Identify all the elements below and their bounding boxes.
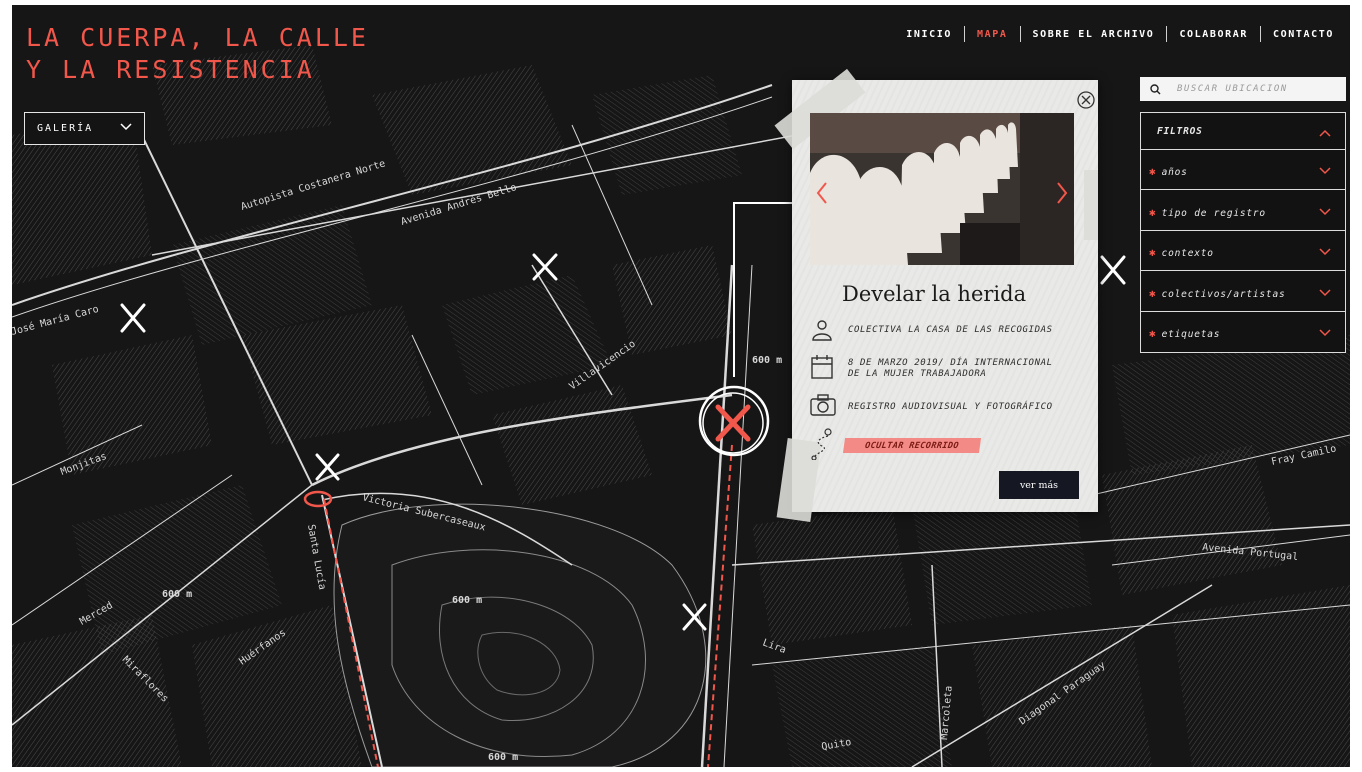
author-text: COLECTIVA LA CASA DE LAS RECOGIDAS <box>848 325 1053 335</box>
app-window: Autopista Costanera Norte Avenida Andrés… <box>12 5 1350 767</box>
close-icon <box>1077 91 1095 109</box>
distance-label: 600 m <box>162 589 192 600</box>
filter-label: etiquetas <box>1161 329 1221 340</box>
filters-header[interactable]: FILTROS <box>1140 112 1346 150</box>
location-info-card: Develar la herida COLECTIVA LA CASA DE L… <box>774 68 1098 522</box>
asterisk-icon: ✱ <box>1149 205 1156 219</box>
calendar-icon <box>810 354 836 379</box>
camera-icon <box>810 394 836 418</box>
type-text: REGISTRO AUDIOVISUAL Y FOTOGRÁFICO <box>848 402 1053 412</box>
author-row: COLECTIVA LA CASA DE LAS RECOGIDAS <box>810 318 1053 342</box>
nav-sobre-el-archivo[interactable]: SOBRE EL ARCHIVO <box>1021 29 1167 40</box>
tape-decoration <box>1084 170 1098 240</box>
asterisk-icon: ✱ <box>1149 327 1156 340</box>
filter-label: años <box>1161 167 1188 178</box>
nav-colaborar[interactable]: COLABORAR <box>1167 29 1260 40</box>
filter-colectivos-artistas[interactable]: ✱ colectivos/artistas <box>1140 270 1346 312</box>
filters-panel: FILTROS ✱ años ✱ tipo de registro ✱ context… <box>1140 112 1346 353</box>
route-row <box>810 428 848 461</box>
filter-anos[interactable]: ✱ años <box>1140 148 1346 191</box>
type-row: REGISTRO AUDIOVISUAL Y FOTOGRÁFICO <box>810 394 1053 418</box>
gallery-dropdown[interactable]: GALERÍA <box>24 112 145 145</box>
site-title-line2: Y LA RESISTENCIA <box>26 55 315 84</box>
location-search[interactable] <box>1140 77 1346 101</box>
distance-label: 600 m <box>752 355 782 366</box>
distance-label: 600 m <box>452 595 482 606</box>
hide-route-button[interactable]: OCULTAR RECORRIDO <box>842 438 982 453</box>
date-line2: DE LA MUJER TRABAJADORA <box>848 369 987 379</box>
site-title-line1: LA CUERPA, LA CALLE <box>26 23 369 52</box>
nav-inicio[interactable]: INICIO <box>894 29 964 40</box>
close-button[interactable] <box>1076 90 1096 110</box>
chevron-up-icon <box>1319 122 1331 141</box>
chevron-down-icon <box>1319 201 1331 220</box>
search-icon <box>1150 80 1161 99</box>
date-text: 8 DE MARZO 2019/ DÍA INTERNACIONAL DE LA… <box>848 358 1053 380</box>
collective-icon <box>810 318 836 342</box>
chevron-down-icon <box>1319 241 1331 260</box>
asterisk-icon: ✱ <box>1149 246 1156 259</box>
date-line1: 8 DE MARZO 2019/ DÍA INTERNACIONAL <box>848 358 1053 368</box>
gallery-label: GALERÍA <box>37 123 94 134</box>
nav-contacto[interactable]: CONTACTO <box>1261 29 1346 40</box>
filter-label: contexto <box>1161 248 1214 259</box>
chevron-down-icon <box>1319 282 1331 301</box>
main-nav: INICIO MAPA SOBRE EL ARCHIVO COLABORAR C… <box>894 25 1346 43</box>
filter-contexto[interactable]: ✱ contexto <box>1140 229 1346 272</box>
date-row: 8 DE MARZO 2019/ DÍA INTERNACIONAL DE LA… <box>810 354 1053 380</box>
chevron-down-icon <box>1319 322 1331 341</box>
filters-title: FILTROS <box>1157 125 1203 137</box>
filter-etiquetas[interactable]: ✱ etiquetas <box>1140 310 1346 353</box>
see-more-button[interactable]: ver más <box>999 471 1079 499</box>
route-icon <box>810 428 836 461</box>
asterisk-icon: ✱ <box>1149 165 1156 178</box>
chevron-down-icon <box>120 123 132 134</box>
nav-mapa[interactable]: MAPA <box>965 29 1019 40</box>
filter-tipo-de-registro[interactable]: ✱ tipo de registro <box>1140 189 1346 231</box>
record-title: Develar la herida <box>842 282 1027 306</box>
filter-label: colectivos/artistas <box>1161 288 1286 300</box>
record-photo <box>810 113 1074 265</box>
search-input[interactable] <box>1177 84 1336 94</box>
distance-label: 600 m <box>488 752 518 763</box>
chevron-down-icon <box>1319 160 1331 179</box>
asterisk-icon: ✱ <box>1149 286 1156 300</box>
filter-label: tipo de registro <box>1161 207 1266 219</box>
